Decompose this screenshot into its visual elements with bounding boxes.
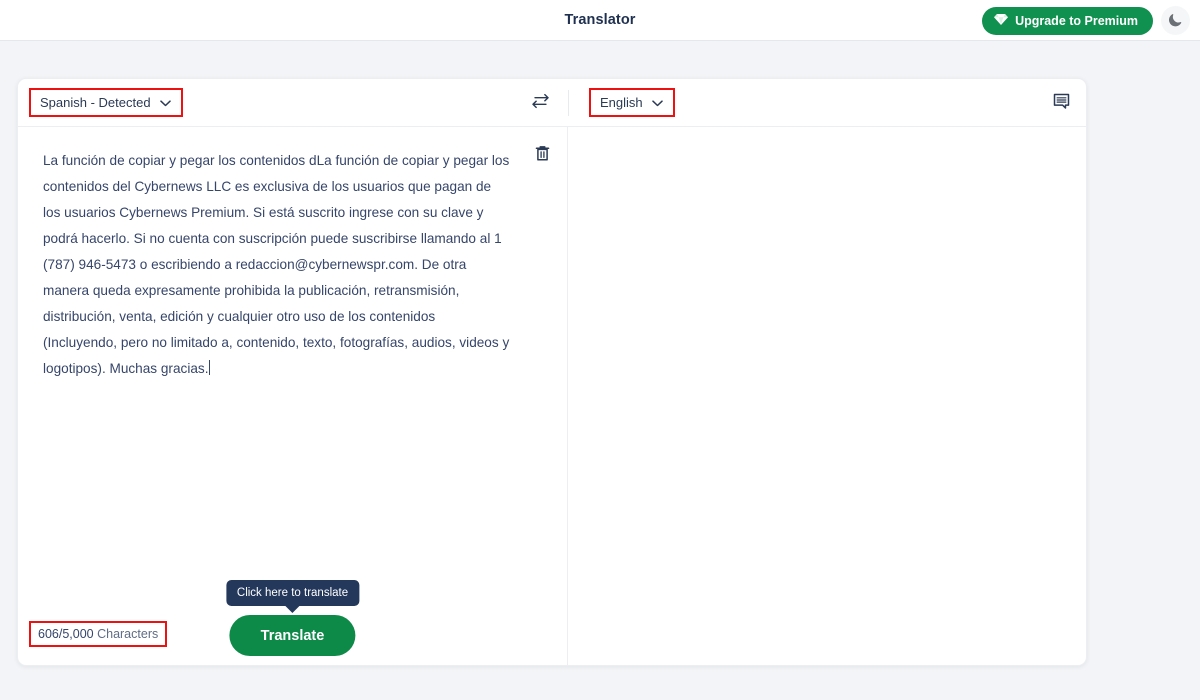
source-language-label: Spanish - Detected [40,95,151,110]
target-language-label: English [600,95,643,110]
clear-text-button[interactable] [532,142,553,168]
transcript-button[interactable] [1053,93,1070,113]
swap-arrows-icon [531,93,550,112]
char-count-annotation: 606/5,000 Characters [29,621,167,647]
target-language-area: English [569,88,1086,117]
character-count-value: 606/5,000 [38,627,94,641]
source-text-input[interactable]: La función de copiar y pegar los conteni… [18,127,567,603]
document-lines-icon [1053,93,1070,113]
character-count-label: Characters [97,627,158,641]
source-language-area: Spanish - Detected [18,88,512,117]
translation-panels: La función de copiar y pegar los conteni… [18,127,1086,665]
source-language-select[interactable]: Spanish - Detected [31,90,181,115]
main-stage: Spanish - Detected [0,41,1200,666]
translator-card: Spanish - Detected [17,78,1087,666]
trash-icon [535,145,550,165]
source-panel: La función de copiar y pegar los conteni… [18,127,568,665]
dark-mode-toggle[interactable] [1161,6,1190,35]
translate-action-area: Click here to translate Translate [226,580,359,656]
target-language-select[interactable]: English [591,90,673,115]
page-title: Translator [564,12,635,28]
translate-tooltip: Click here to translate [226,580,359,606]
language-bar: Spanish - Detected [18,79,1086,127]
target-panel [568,127,1086,665]
target-text-output[interactable] [568,127,1086,158]
source-panel-footer: 606/5,000 Characters Click here to trans… [18,603,567,665]
swap-languages-area [512,91,568,114]
text-caret [209,360,210,375]
top-bar: Translator Upgrade to Premium [0,0,1200,41]
character-counter: 606/5,000 Characters [31,623,165,645]
swap-languages-button[interactable] [529,91,552,114]
diamond-icon [994,13,1008,29]
translate-button[interactable]: Translate [230,615,356,656]
top-bar-actions: Upgrade to Premium [982,0,1190,41]
source-language-annotation: Spanish - Detected [29,88,183,117]
source-text-value: La función de copiar y pegar los conteni… [43,153,513,376]
chevron-down-icon [652,95,663,110]
moon-icon [1168,12,1183,30]
target-language-annotation: English [589,88,675,117]
upgrade-to-premium-button[interactable]: Upgrade to Premium [982,7,1153,35]
chevron-down-icon [160,95,171,110]
upgrade-to-premium-label: Upgrade to Premium [1015,14,1138,28]
